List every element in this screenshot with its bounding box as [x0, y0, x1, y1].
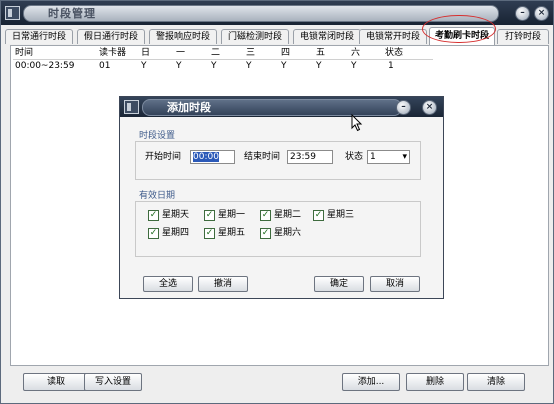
tab-bell[interactable]: 打铃时段	[497, 29, 549, 44]
read-button[interactable]: 读取	[23, 373, 89, 391]
app-icon	[5, 6, 20, 20]
dialog-icon	[124, 100, 139, 114]
row-cell: Y	[141, 61, 147, 71]
wednesday-checkbox[interactable]: ✓	[313, 210, 324, 221]
title-bar: 时段管理 – ×	[1, 1, 553, 25]
start-time-input[interactable]: 00:00	[190, 150, 235, 164]
start-time-label: 开始时间	[145, 152, 182, 162]
friday-checkbox[interactable]: ✓	[204, 228, 215, 239]
row-cell: Y	[281, 61, 287, 71]
row-cell: 01	[99, 61, 111, 71]
select-all-button[interactable]: 全选	[143, 276, 193, 292]
tab-holiday-access[interactable]: 假日通行时段	[77, 29, 145, 44]
row-cell: Y	[211, 61, 217, 71]
add-button[interactable]: 添加...	[342, 373, 400, 391]
row-cell: Y	[176, 61, 182, 71]
table-header: 时间 读卡器 日 一 二 三 四 五 六 状态	[13, 47, 433, 60]
dialog-title: 添加时段	[167, 101, 211, 114]
minimize-icon[interactable]: –	[515, 6, 530, 21]
column-header[interactable]: 三	[246, 47, 255, 59]
row-cell: 00:00~23:59	[15, 61, 75, 71]
thursday-label: 星期四	[162, 228, 190, 238]
delete-button[interactable]: 删除	[406, 373, 464, 391]
undo-button[interactable]: 撤消	[198, 276, 248, 292]
column-header[interactable]: 一	[176, 47, 185, 59]
column-header[interactable]: 二	[211, 47, 220, 59]
friday-label: 星期五	[218, 228, 246, 238]
column-header[interactable]: 状态	[385, 47, 403, 59]
column-header[interactable]: 读卡器	[99, 47, 126, 59]
add-period-dialog: 添加时段 – × 时段设置 开始时间 00:00 结束时间 23:59 状态 1…	[119, 96, 444, 299]
dialog-title-bar: 添加时段 – ×	[120, 97, 443, 117]
status-select[interactable]: 1 ▾	[367, 150, 410, 164]
table-row[interactable]: 00:00~23:59 01 Y Y Y Y Y Y Y 1	[13, 60, 433, 72]
tuesday-checkbox[interactable]: ✓	[260, 210, 271, 221]
mouse-cursor-icon	[351, 114, 363, 132]
ok-button[interactable]: 确定	[314, 276, 364, 292]
end-time-input[interactable]: 23:59	[287, 150, 333, 164]
dialog-minimize-icon[interactable]: –	[396, 100, 411, 115]
column-header[interactable]: 日	[141, 47, 150, 59]
clear-button[interactable]: 清除	[467, 373, 525, 391]
end-time-label: 结束时间	[244, 152, 281, 162]
cancel-button[interactable]: 取消	[370, 276, 420, 292]
tab-lock-closed[interactable]: 电锁常闭时段	[293, 29, 361, 44]
dialog-title-pill: 添加时段	[142, 99, 402, 116]
column-header[interactable]: 四	[281, 47, 290, 59]
tab-door-sensor[interactable]: 门磁检测时段	[221, 29, 289, 44]
tab-alarm-response[interactable]: 警报响应时段	[149, 29, 217, 44]
monday-checkbox[interactable]: ✓	[204, 210, 215, 221]
monday-label: 星期一	[218, 210, 246, 220]
row-cell: Y	[246, 61, 252, 71]
title-pill: 时段管理	[23, 5, 499, 22]
row-cell: Y	[316, 61, 322, 71]
wednesday-label: 星期三	[327, 210, 355, 220]
row-cell: Y	[351, 61, 357, 71]
sunday-checkbox[interactable]: ✓	[148, 210, 159, 221]
column-header[interactable]: 五	[316, 47, 325, 59]
write-settings-button[interactable]: 写入设置	[84, 373, 142, 391]
column-header[interactable]: 时间	[15, 47, 33, 59]
dialog-close-icon[interactable]: ×	[422, 100, 437, 115]
tab-daily-access[interactable]: 日常通行时段	[5, 29, 73, 44]
sunday-label: 星期天	[162, 210, 190, 220]
saturday-checkbox[interactable]: ✓	[260, 228, 271, 239]
thursday-checkbox[interactable]: ✓	[148, 228, 159, 239]
window-title: 时段管理	[48, 7, 96, 20]
column-header[interactable]: 六	[351, 47, 360, 59]
close-icon[interactable]: ×	[534, 6, 549, 21]
status-label: 状态	[345, 152, 364, 162]
saturday-label: 星期六	[274, 228, 302, 238]
tuesday-label: 星期二	[274, 210, 302, 220]
tab-lock-open[interactable]: 电锁常开时段	[359, 29, 427, 44]
chevron-down-icon[interactable]: ▾	[402, 151, 407, 163]
tab-attendance[interactable]: 考勤刷卡时段	[429, 27, 495, 45]
row-cell: 1	[388, 61, 394, 71]
